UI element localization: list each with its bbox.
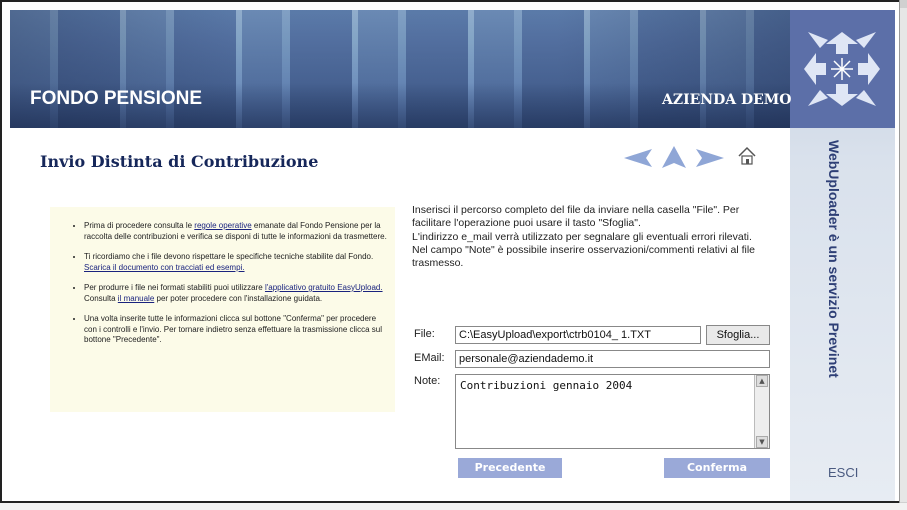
back-arrow-icon[interactable]: [624, 149, 652, 167]
easyupload-link[interactable]: l'applicativo gratuito EasyUpload.: [265, 283, 383, 292]
browse-button[interactable]: Sfoglia...: [706, 325, 770, 345]
tip-item: Prima di procedere consulta le regole op…: [84, 221, 387, 242]
scarica-documento-link[interactable]: Scarica il documento con tracciati ed es…: [84, 263, 245, 272]
exit-link[interactable]: ESCI: [828, 465, 858, 480]
email-label: EMail:: [414, 352, 445, 364]
tip-item: Una volta inserite tutte le informazioni…: [84, 314, 387, 346]
scroll-up-icon[interactable]: ▲: [756, 375, 768, 387]
service-vertical-text: WebUploader è un servizio Previnet: [820, 140, 850, 440]
header-banner: [10, 10, 790, 128]
tips-box: Prima di procedere consulta le regole op…: [50, 207, 395, 412]
instructions: Inserisci il percorso completo del file …: [412, 204, 777, 270]
company-name: AZIENDA DEMO: [662, 92, 792, 108]
side-panel: WebUploader è un servizio Previnet: [790, 10, 895, 501]
instructions-file: Inserisci il percorso completo del file …: [412, 204, 740, 230]
note-label: Note:: [414, 375, 441, 387]
window-bottom-edge: [0, 503, 907, 510]
tip-item: Per produrre i file nei formati stabilit…: [84, 283, 387, 304]
note-textarea[interactable]: Contribuzioni gennaio 2004 ▲ ▼: [455, 374, 770, 449]
up-arrow-icon[interactable]: [662, 146, 686, 168]
scroll-down-icon[interactable]: ▼: [756, 436, 768, 448]
note-scrollbar[interactable]: ▲ ▼: [754, 375, 769, 448]
manuale-link[interactable]: il manuale: [118, 294, 154, 303]
email-input[interactable]: personale@aziendademo.it: [455, 350, 770, 368]
window-scrollbar[interactable]: [899, 0, 907, 510]
page-title: Invio Distinta di Contribuzione: [40, 152, 319, 171]
scroll-top-icon[interactable]: [900, 0, 907, 8]
previous-button[interactable]: Precedente: [458, 458, 562, 478]
note-text: Contribuzioni gennaio 2004: [460, 379, 633, 392]
regole-operative-link[interactable]: regole operative: [194, 221, 251, 230]
home-icon[interactable]: [738, 146, 756, 166]
tip-item: Ti ricordiamo che i file devono rispetta…: [84, 252, 387, 273]
confirm-button[interactable]: Conferma: [664, 458, 770, 478]
browser-frame: FONDO PENSIONE AZIENDA DEMO WebUploader …: [0, 0, 900, 503]
service-text: WebUploader è un servizio Previnet: [826, 140, 842, 378]
file-input[interactable]: C:\EasyUpload\export\ctrb0104_ 1.TXT: [455, 326, 701, 344]
forward-arrow-icon[interactable]: [696, 149, 724, 167]
app-title: FONDO PENSIONE: [30, 88, 203, 109]
instructions-email: L'indirizzo e_mail verrà utilizzato per …: [412, 230, 752, 243]
previnet-logo-icon: [790, 10, 895, 128]
file-label: File:: [414, 328, 435, 340]
instructions-note: Nel campo "Note" è possibile inserire os…: [412, 243, 756, 270]
